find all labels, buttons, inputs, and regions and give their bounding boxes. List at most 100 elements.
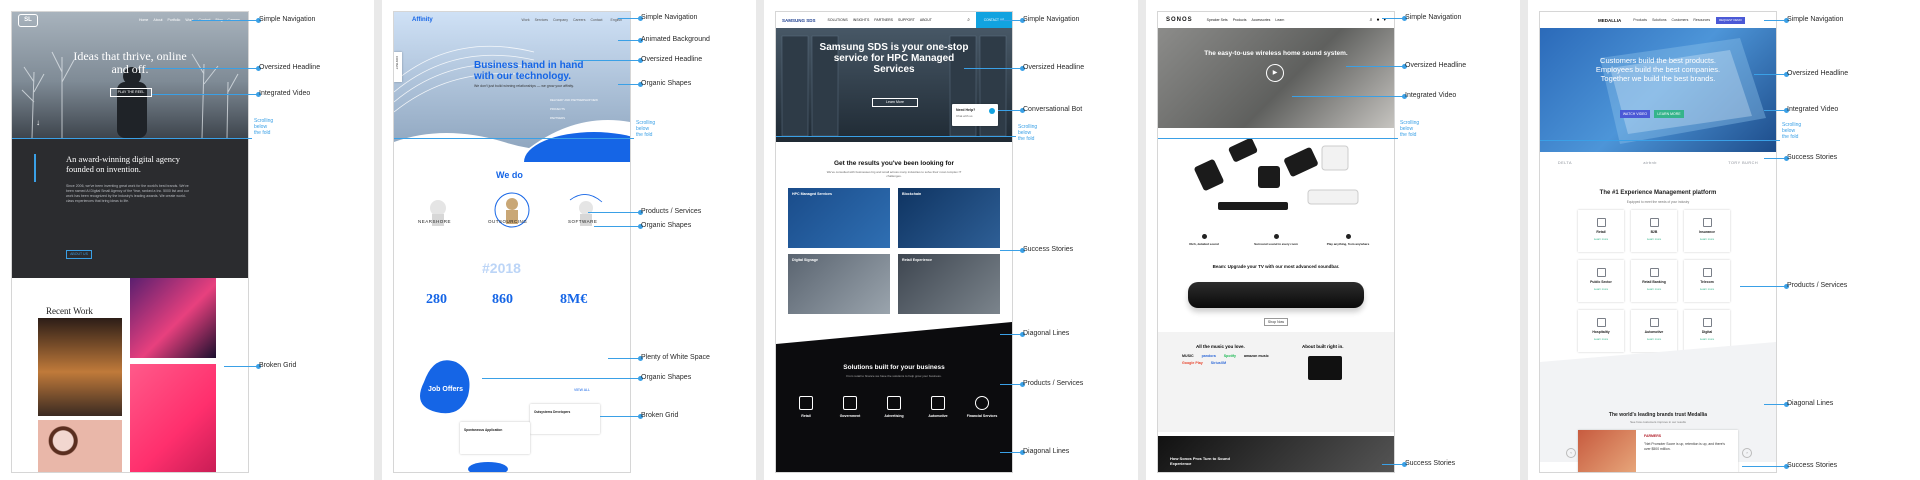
nav-link-site1-1[interactable]: About	[153, 18, 162, 22]
work-tile-sunset[interactable]	[38, 318, 122, 416]
nav-link-site3-2[interactable]: PARTNERS	[874, 18, 893, 22]
site-5-learn-more-button[interactable]: LEARN MORE	[1654, 110, 1684, 118]
industry-tile-4[interactable]: Retail Banking Learn more	[1631, 260, 1677, 302]
industry-link-0[interactable]: Learn more	[1578, 237, 1624, 241]
site-3-results-title: Get the results you've been looking for	[833, 160, 955, 167]
nav-link-site2-2[interactable]: Company	[553, 18, 568, 22]
music-brand-5: SiriusXM	[1210, 361, 1227, 365]
annotation-broken-grid: Broken Grid	[259, 362, 297, 369]
site-1-body: Since 2006, we've been inventing great w…	[66, 184, 189, 203]
nav-link-site5-1[interactable]: Solutions	[1652, 18, 1666, 22]
site-1-about-section: An award-winning digital agency founded …	[12, 138, 248, 278]
site-5-logo[interactable]: MEDALLIA	[1598, 18, 1621, 23]
nav-link-site2-3[interactable]: Careers	[573, 18, 585, 22]
industry-icon-2	[1702, 218, 1712, 227]
site-4-video-hero[interactable]: The easy-to-use wireless home sound syst…	[1158, 28, 1394, 128]
job-card-spontaneous[interactable]: Spontaneous Application	[460, 422, 530, 454]
nav-link-site3-0[interactable]: SOLUTIONS	[828, 18, 848, 22]
work-tile-lyft[interactable]	[130, 364, 216, 472]
nav-link-site3-3[interactable]: SUPPORT	[898, 18, 915, 22]
industry-link-7[interactable]: Learn more	[1631, 337, 1677, 341]
feature-icon-1	[1273, 234, 1279, 239]
nav-link-site5-0[interactable]: Products	[1633, 18, 1647, 22]
nav-link-site4-2[interactable]: Accessories	[1252, 18, 1271, 22]
nav-link-site5-3[interactable]: Resources	[1693, 18, 1710, 22]
solution-item-1[interactable]: Government	[830, 396, 870, 436]
nav-link-site1-2[interactable]: Portfolio	[168, 18, 181, 22]
solution-icon-1	[843, 396, 857, 410]
panel-1: SL HomeAboutPortfolioWorkContactBlogCare…	[0, 0, 374, 480]
service-outsourcing[interactable]: OUTSOURCING	[488, 219, 527, 224]
amazon-echo-device	[1308, 356, 1342, 380]
site-4-shop-now-button[interactable]: Shop Now	[1264, 318, 1288, 326]
solution-label-0: Retail	[801, 414, 811, 418]
card-retail[interactable]: Retail Experience	[898, 254, 1000, 314]
site-2-subheadline: We don't just build winning relationship…	[474, 84, 574, 88]
site-2-view-all-link[interactable]: VIEW ALL	[574, 388, 590, 392]
nav-link-site3-1[interactable]: INSIGHTS	[853, 18, 870, 22]
nav-link-site2-1[interactable]: Services	[535, 18, 548, 22]
site-4-logo[interactable]: SONOS	[1166, 17, 1193, 23]
work-tile-neon[interactable]	[130, 278, 216, 358]
industry-link-6[interactable]: Learn more	[1578, 337, 1624, 341]
site-1-about-button[interactable]: ABOUT US	[66, 250, 92, 259]
industry-tile-3[interactable]: Public Sector Learn more	[1578, 260, 1624, 302]
site-1-play-reel-button[interactable]: PLAY THE REEL	[110, 88, 152, 97]
site-2-contact-tab[interactable]: CONTACT	[394, 52, 402, 82]
nav-link-site4-0[interactable]: Speaker Sets	[1207, 18, 1228, 22]
nav-link-site3-4[interactable]: ABOUT	[920, 18, 932, 22]
solution-item-3[interactable]: Automotive	[918, 396, 958, 436]
industry-tile-0[interactable]: Retail Learn more	[1578, 210, 1624, 252]
industry-link-5[interactable]: Learn more	[1684, 287, 1730, 291]
solution-item-2[interactable]: Advertising	[874, 396, 914, 436]
nav-link-site2-0[interactable]: Work	[521, 18, 529, 22]
industry-link-4[interactable]: Learn more	[1631, 287, 1677, 291]
industry-link-8[interactable]: Learn more	[1684, 337, 1730, 341]
site-5-demo-button[interactable]: REQUEST DEMO	[1716, 16, 1745, 24]
site-2-screenshot: Affinity Work Services Company Careers Conta…	[394, 12, 630, 472]
site-3-screenshot: SAMSUNG SDS SOLUTIONS INSIGHTS PARTNERS SUP…	[776, 12, 1012, 472]
nav-link-site4-3[interactable]: Learn	[1275, 18, 1284, 22]
industry-link-2[interactable]: Learn more	[1684, 237, 1730, 241]
card-digital-signage[interactable]: Digital Signage	[788, 254, 890, 314]
site-2-stat-2: PROJECTS	[550, 107, 565, 111]
site-2-we-do-title: We do	[496, 170, 523, 180]
site-1-logo[interactable]: SL	[18, 13, 38, 27]
job-card-outsystems[interactable]: Outsystems Developers	[530, 404, 600, 434]
nav-link-site1-0[interactable]: Home	[139, 18, 148, 22]
site-3-learn-more-button[interactable]: Learn More	[872, 98, 918, 107]
music-brand-3: amazon music	[1243, 354, 1269, 358]
site-2-stat-1: DELIVERY AND PARTNERSHIP NEW	[550, 98, 598, 102]
industry-tile-1[interactable]: B2B Learn more	[1631, 210, 1677, 252]
service-software[interactable]: SOFTWARE	[568, 219, 597, 224]
nav-link-site2-4[interactable]: Contact	[590, 18, 602, 22]
solution-item-4[interactable]: Financial Services	[962, 396, 1002, 436]
service-nearshore[interactable]: NEARSHORE	[418, 219, 451, 224]
search-icon[interactable]: ⌕	[967, 17, 970, 23]
industry-tile-5[interactable]: Telecom Learn more	[1684, 260, 1730, 302]
site-2-logo[interactable]: Affinity	[412, 17, 433, 23]
account-icon[interactable]: ●	[1376, 17, 1379, 23]
industry-tile-2[interactable]: Insurance Learn more	[1684, 210, 1730, 252]
nav-link-site4-1[interactable]: Products	[1233, 18, 1247, 22]
solution-label-4: Financial Services	[966, 414, 998, 418]
carousel-prev-icon[interactable]: ‹	[1566, 448, 1576, 458]
solution-item-0[interactable]: Retail	[786, 396, 826, 436]
industry-link-3[interactable]: Learn more	[1578, 287, 1624, 291]
industry-link-1[interactable]: Learn more	[1631, 237, 1677, 241]
fold-note-3: Scrolling below the fold	[1018, 124, 1038, 142]
site-4-story[interactable]: How Sonos Pros Turn to Sound Experience	[1158, 436, 1394, 472]
card-blockchain[interactable]: Blockchain	[898, 188, 1000, 248]
carousel-next-icon[interactable]: ›	[1742, 448, 1752, 458]
site-5-watch-video-button[interactable]: WATCH VIDEO	[1620, 110, 1650, 118]
customer-logo-4: TORY BURCH	[1728, 161, 1759, 165]
site-5-story-card[interactable]: FARMERS "Net Promoter Score is up, reten…	[1578, 430, 1738, 472]
scroll-down-arrow-icon[interactable]: ↓	[36, 118, 40, 127]
nav-link-site5-2[interactable]: Customers	[1671, 18, 1688, 22]
site-3-chat-bot[interactable]: Need Help? Chat with us	[952, 104, 998, 126]
search-icon-2[interactable]: ⌕	[1370, 17, 1373, 23]
site-3-logo[interactable]: SAMSUNG SDS	[782, 18, 816, 23]
card-hpc[interactable]: HPC Managed Services	[788, 188, 890, 248]
work-tile-donuts[interactable]	[38, 420, 122, 472]
play-icon[interactable]: ▶	[1266, 64, 1284, 82]
